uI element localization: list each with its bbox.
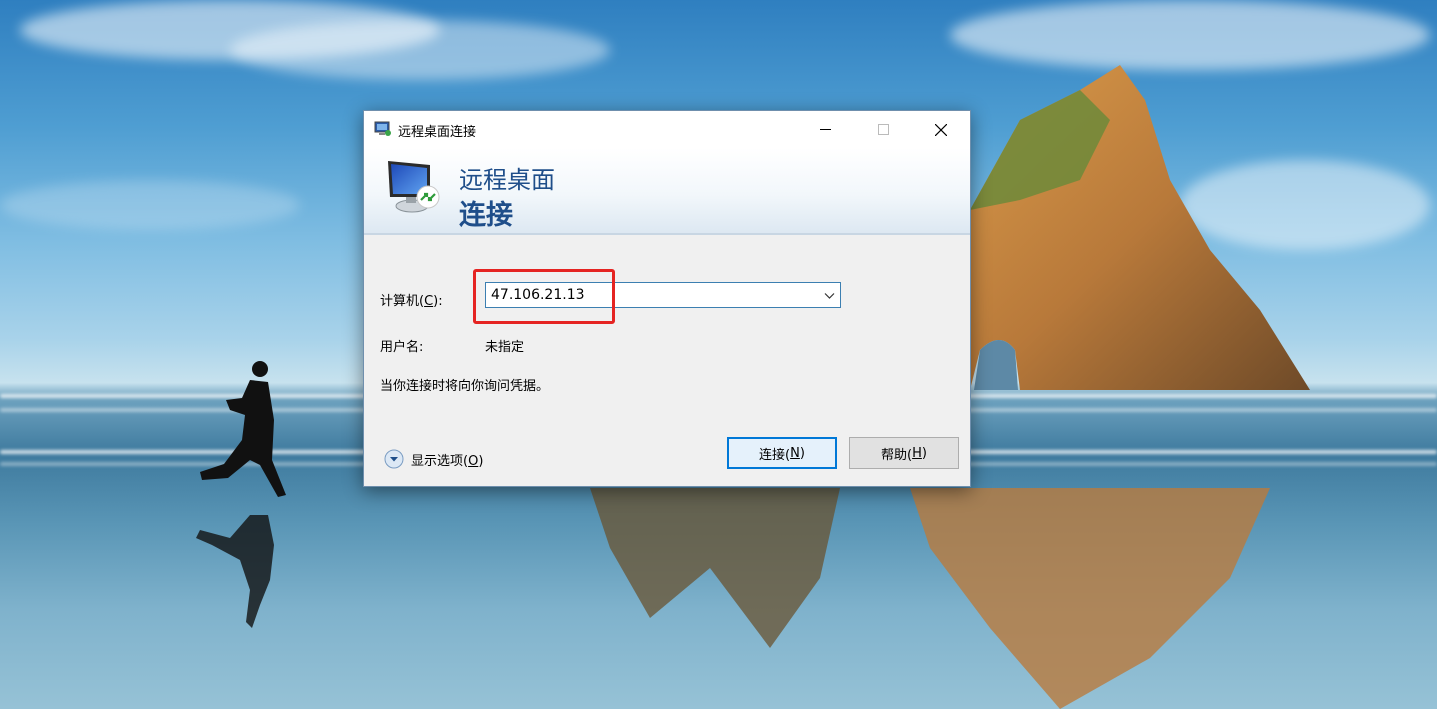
close-button[interactable]: [912, 111, 970, 148]
cloud: [230, 20, 610, 80]
dialog-banner: 远程桌面 连接: [364, 148, 970, 233]
connect-button[interactable]: 连接(N): [727, 437, 837, 469]
show-options-label[interactable]: 显示选项(O): [411, 450, 483, 469]
computer-label-text: 计算机(: [380, 294, 425, 309]
maximize-icon: [877, 124, 889, 135]
show-options-label-text: 显示选项(: [411, 453, 469, 469]
computer-label-accel: C: [424, 294, 434, 309]
credentials-note: 当你连接时将向你询问凭据。: [380, 379, 550, 394]
remote-desktop-icon: [374, 121, 391, 136]
highlight-box: [473, 269, 615, 324]
connect-button-accel: N: [790, 445, 800, 461]
title-bar[interactable]: 远程桌面连接: [364, 111, 970, 148]
cloud: [0, 180, 300, 230]
connect-button-text: 连接(: [759, 447, 791, 463]
show-options-toggle[interactable]: 显示选项(O): [384, 448, 483, 470]
minimize-icon: [819, 129, 831, 130]
maximize-button[interactable]: [854, 111, 912, 148]
show-options-accel: O: [468, 453, 479, 469]
minimize-button[interactable]: [796, 111, 854, 148]
help-button-accel: H: [912, 445, 922, 461]
help-button-text: 帮助(: [881, 447, 913, 463]
computer-label: 计算机(C):: [380, 290, 443, 309]
remote-desktop-dialog: 远程桌面连接 远程桌面 连接 计算机(C): 47.106.21.13 用户名:…: [363, 110, 971, 487]
banner-title-line2: 连接: [459, 200, 513, 231]
help-button-end: ): [921, 445, 927, 461]
close-icon: [935, 123, 947, 136]
username-value: 未指定: [485, 340, 525, 355]
banner-divider: [364, 233, 970, 235]
chevron-down-icon[interactable]: [824, 290, 835, 301]
rock-reflection: [590, 488, 1270, 709]
runner-silhouette: [196, 361, 286, 628]
connect-button-end: ): [799, 445, 805, 461]
window-title: 远程桌面连接: [398, 125, 477, 140]
username-label: 用户名:: [380, 340, 424, 355]
computer-label-end: ):: [433, 294, 443, 309]
options-expand-icon[interactable]: [384, 449, 404, 469]
banner-title-line1: 远程桌面: [459, 166, 555, 194]
remote-desktop-icon: [388, 161, 440, 213]
help-button[interactable]: 帮助(H): [849, 437, 959, 469]
rock-formation: [970, 65, 1310, 390]
show-options-label-end: ): [478, 453, 484, 469]
